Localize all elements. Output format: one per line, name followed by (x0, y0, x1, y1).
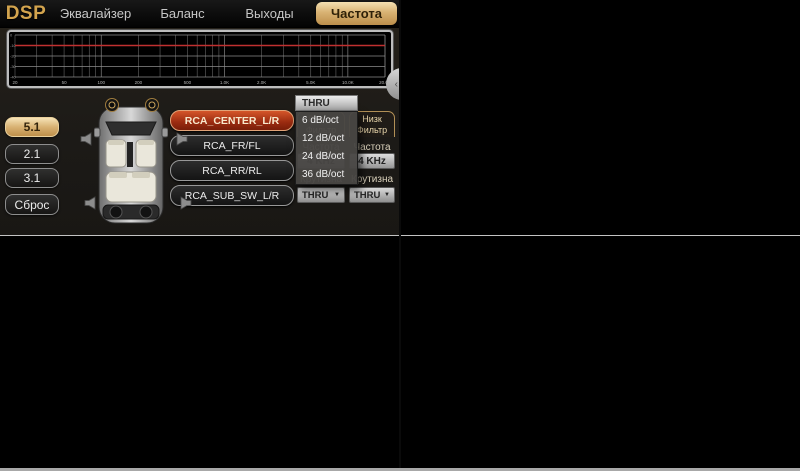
svg-text:-40: -40 (10, 75, 17, 80)
svg-text:200: 200 (135, 80, 143, 85)
slope-select-value: THRU (302, 190, 328, 201)
tab-bar: Эквалайзер Баланс Выходы Частота (52, 0, 400, 27)
dropdown-option[interactable]: 36 dB/oct (296, 166, 357, 184)
slope-select[interactable]: THRU ▼ (349, 187, 395, 203)
tab-outputs[interactable]: Выходы (229, 2, 310, 25)
tweeter-icon (104, 97, 118, 111)
tab-balance[interactable]: Баланс (142, 2, 223, 25)
slope-dropdown-list: 6 dB/oct12 dB/oct24 dB/oct36 dB/oct (295, 111, 358, 185)
speaker-icon (174, 132, 188, 146)
svg-text:0: 0 (10, 33, 13, 38)
slope-dropdown-open: THRU 6 dB/oct12 dB/oct24 dB/oct36 dB/oct (295, 95, 358, 185)
dropdown-option[interactable]: 12 dB/oct (296, 130, 357, 148)
svg-text:500: 500 (184, 80, 192, 85)
svg-text:10.0K: 10.0K (342, 80, 354, 85)
mode-button-2-1[interactable]: 2.1 (5, 144, 59, 164)
chevron-down-icon: ▼ (384, 192, 390, 198)
dsp-logo: DSP (0, 3, 52, 25)
frequency-reset-button[interactable]: Сброс (5, 194, 59, 215)
dropdown-option[interactable]: 24 dB/oct (296, 148, 357, 166)
svg-text:1.0K: 1.0K (220, 80, 229, 85)
rca-button-1[interactable]: RCA_CENTER_L/R (170, 110, 294, 131)
slope-select-value: THRU (354, 190, 380, 201)
svg-text:50: 50 (62, 80, 68, 85)
svg-text:100: 100 (97, 80, 105, 85)
rca-button-3[interactable]: RCA_RR/RL (170, 160, 294, 181)
tweeter-icon (144, 97, 158, 111)
screen-divider (399, 0, 401, 471)
chevron-down-icon: ▼ (334, 192, 340, 198)
mode-button-5-1[interactable]: 5.1 (5, 117, 59, 137)
speaker-icon (80, 132, 94, 146)
mode-button-3-1[interactable]: 3.1 (5, 168, 59, 188)
svg-text:-20: -20 (10, 54, 17, 59)
svg-text:-30: -30 (10, 64, 17, 69)
speaker-icon (178, 196, 192, 210)
svg-text:2.0K: 2.0K (257, 80, 266, 85)
header-bar: DSP Эквалайзер Баланс Выходы Частота (0, 0, 400, 28)
tab-frequency[interactable]: Частота (316, 2, 397, 25)
car-top-view (94, 104, 168, 226)
crossover-response-graph: 0-10-20-30-4020501002005001.0K2.0K5.0K10… (7, 30, 393, 88)
slope-select[interactable]: THRU ▼ (297, 187, 345, 203)
dropdown-option[interactable]: 6 dB/oct (296, 112, 357, 130)
svg-text:20: 20 (12, 80, 18, 85)
svg-text:5.0K: 5.0K (306, 80, 315, 85)
frequency-screen: DSP ЭквалайзерБалансВыходыЧастота 0-10-2… (0, 0, 400, 235)
tab-equalizer[interactable]: Эквалайзер (55, 2, 136, 25)
dsp-four-screens: DSP ЭквалайзерБалансВыходыЧастота 151050… (0, 0, 800, 471)
slope-dropdown-selected[interactable]: THRU (295, 95, 358, 111)
rca-button-2[interactable]: RCA_FR/FL (170, 135, 294, 156)
speaker-icon (84, 196, 98, 210)
